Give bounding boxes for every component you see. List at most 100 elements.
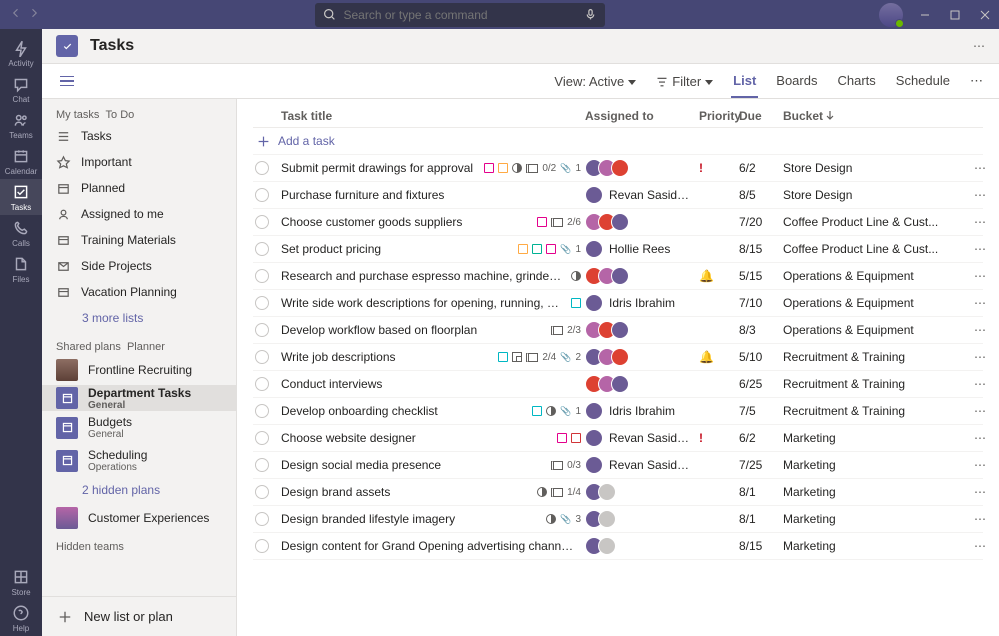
row-more-button[interactable]: ⋯ xyxy=(967,161,993,175)
col-title[interactable]: Task title xyxy=(281,109,581,123)
header-more-button[interactable]: ⋯ xyxy=(973,39,985,53)
complete-toggle[interactable] xyxy=(255,377,269,391)
bucket-cell: Operations & Equipment xyxy=(783,323,963,337)
rail-teams[interactable]: Teams xyxy=(0,107,42,143)
row-more-button[interactable]: ⋯ xyxy=(967,215,993,229)
view-selector[interactable]: View: Active xyxy=(552,66,638,97)
mic-icon[interactable] xyxy=(584,8,597,21)
minimize-button[interactable] xyxy=(917,7,933,23)
sidebar-list-important[interactable]: Important xyxy=(42,149,236,175)
col-priority[interactable]: Priority xyxy=(699,109,735,123)
tab-boards[interactable]: Boards xyxy=(774,65,819,98)
new-list-button[interactable]: New list or plan xyxy=(42,596,236,636)
complete-toggle[interactable] xyxy=(255,215,269,229)
subheader-more-button[interactable]: ⋯ xyxy=(968,65,985,97)
task-row[interactable]: Develop onboarding checklist1Idris Ibrah… xyxy=(253,398,983,425)
sidebar-list-training[interactable]: Training Materials xyxy=(42,227,236,253)
current-user-avatar[interactable] xyxy=(879,3,903,27)
sidebar-plan-frontline-recruiting[interactable]: Frontline Recruiting xyxy=(42,355,236,385)
row-more-button[interactable]: ⋯ xyxy=(967,485,993,499)
complete-toggle[interactable] xyxy=(255,539,269,553)
rail-files[interactable]: Files xyxy=(0,251,42,287)
task-row[interactable]: Choose customer goods suppliers2/67/20Co… xyxy=(253,209,983,236)
row-more-button[interactable]: ⋯ xyxy=(967,539,993,553)
task-row[interactable]: Design branded lifestyle imagery38/1Mark… xyxy=(253,506,983,533)
row-more-button[interactable]: ⋯ xyxy=(967,377,993,391)
hamburger-button[interactable] xyxy=(56,72,78,91)
priority-cell: 🔔 xyxy=(699,269,735,283)
complete-toggle[interactable] xyxy=(255,485,269,499)
sidebar-plan-budgets[interactable]: BudgetsGeneral xyxy=(42,411,236,444)
maximize-button[interactable] xyxy=(947,7,963,23)
task-row[interactable]: Develop workflow based on floorplan2/38/… xyxy=(253,317,983,344)
priority-alert-icon: 🔔 xyxy=(699,350,714,364)
complete-toggle[interactable] xyxy=(255,431,269,445)
complete-toggle[interactable] xyxy=(255,458,269,472)
rail-store[interactable]: Store xyxy=(0,564,42,600)
complete-toggle[interactable] xyxy=(255,296,269,310)
row-more-button[interactable]: ⋯ xyxy=(967,188,993,202)
hidden-plans-link[interactable]: 2 hidden plans xyxy=(42,477,236,503)
task-row[interactable]: Design social media presence0/3Revan Sas… xyxy=(253,452,983,479)
task-row[interactable]: Choose website designerRevan Sasidhan!6/… xyxy=(253,425,983,452)
checklist-icon xyxy=(526,164,538,173)
sidebar-list-assigned[interactable]: Assigned to me xyxy=(42,201,236,227)
complete-toggle[interactable] xyxy=(255,404,269,418)
complete-toggle[interactable] xyxy=(255,350,269,364)
rail-help[interactable]: Help xyxy=(0,600,42,636)
filter-button[interactable]: Filter xyxy=(654,66,715,97)
search-input[interactable] xyxy=(344,8,576,22)
col-due[interactable]: Due xyxy=(739,109,779,123)
sidebar-plan-department-tasks[interactable]: Department TasksGeneral xyxy=(42,385,236,411)
row-more-button[interactable]: ⋯ xyxy=(967,512,993,526)
task-row[interactable]: Write job descriptions2/42🔔5/10Recruitme… xyxy=(253,344,983,371)
complete-toggle[interactable] xyxy=(255,512,269,526)
sidebar-list-vacation[interactable]: Vacation Planning xyxy=(42,279,236,305)
nav-back[interactable] xyxy=(10,7,22,22)
row-more-button[interactable]: ⋯ xyxy=(967,404,993,418)
hidden-teams-label[interactable]: Hidden teams xyxy=(42,533,236,561)
rail-calendar[interactable]: Calendar xyxy=(0,143,42,179)
rail-tasks[interactable]: Tasks xyxy=(0,179,42,215)
task-row[interactable]: Conduct interviews6/25Recruitment & Trai… xyxy=(253,371,983,398)
task-row[interactable]: Design brand assets1/48/1Marketing⋯ xyxy=(253,479,983,506)
more-lists-link[interactable]: 3 more lists xyxy=(42,305,236,331)
col-bucket[interactable]: Bucket xyxy=(783,109,963,123)
task-row[interactable]: Set product pricing1Hollie Rees8/15Coffe… xyxy=(253,236,983,263)
complete-toggle[interactable] xyxy=(255,242,269,256)
sidebar-list-side[interactable]: Side Projects xyxy=(42,253,236,279)
col-assigned[interactable]: Assigned to xyxy=(585,109,695,123)
task-row[interactable]: Purchase furniture and fixturesRevan Sas… xyxy=(253,182,983,209)
close-button[interactable] xyxy=(977,7,993,23)
task-row[interactable]: Research and purchase espresso machine, … xyxy=(253,263,983,290)
complete-toggle[interactable] xyxy=(255,323,269,337)
row-more-button[interactable]: ⋯ xyxy=(967,242,993,256)
complete-toggle[interactable] xyxy=(255,269,269,283)
complete-toggle[interactable] xyxy=(255,188,269,202)
search-box[interactable] xyxy=(315,3,605,27)
task-row[interactable]: Submit permit drawings for approval0/21!… xyxy=(253,155,983,182)
task-row[interactable]: Design content for Grand Opening adverti… xyxy=(253,533,983,560)
sidebar-plan-customer-experiences[interactable]: Customer Experiences xyxy=(42,503,236,533)
complete-toggle[interactable] xyxy=(255,161,269,175)
training-icon xyxy=(56,233,71,248)
row-more-button[interactable]: ⋯ xyxy=(967,269,993,283)
rail-calls[interactable]: Calls xyxy=(0,215,42,251)
tab-list[interactable]: List xyxy=(731,65,758,98)
row-more-button[interactable]: ⋯ xyxy=(967,350,993,364)
row-more-button[interactable]: ⋯ xyxy=(967,296,993,310)
row-more-button[interactable]: ⋯ xyxy=(967,458,993,472)
rail-activity[interactable]: Activity xyxy=(0,35,42,71)
tab-charts[interactable]: Charts xyxy=(835,65,877,98)
tab-schedule[interactable]: Schedule xyxy=(894,65,952,98)
sidebar-plan-scheduling[interactable]: SchedulingOperations xyxy=(42,444,236,477)
row-more-button[interactable]: ⋯ xyxy=(967,323,993,337)
rail-chat[interactable]: Chat xyxy=(0,71,42,107)
sidebar-list-tasks[interactable]: Tasks xyxy=(42,123,236,149)
row-more-button[interactable]: ⋯ xyxy=(967,431,993,445)
avatar xyxy=(585,402,603,420)
task-row[interactable]: Write side work descriptions for opening… xyxy=(253,290,983,317)
add-task-row[interactable]: Add a task xyxy=(253,128,983,155)
nav-forward[interactable] xyxy=(28,7,40,22)
sidebar-list-planned[interactable]: Planned xyxy=(42,175,236,201)
